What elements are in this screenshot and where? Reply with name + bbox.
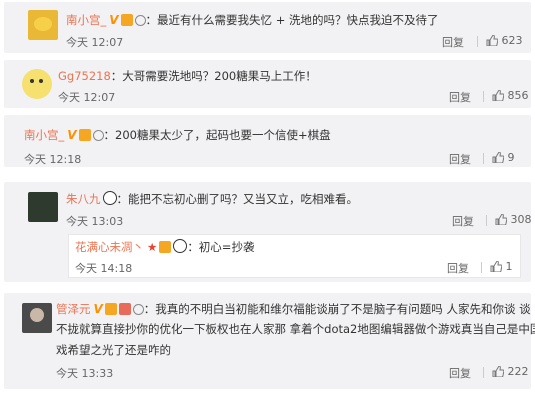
- medal-icon: [104, 303, 117, 315]
- medal-icon: [159, 241, 172, 253]
- gem-icon: [92, 130, 104, 141]
- reply-button[interactable]: 回复: [452, 213, 474, 229]
- like-count: 222: [507, 365, 529, 378]
- comment-card: 朱八九 ：能把不忘初心删了吗？又当又立，吃相难看。 今天 13:03 回复 308…: [4, 182, 532, 282]
- thumbs-up-icon: [492, 90, 504, 101]
- divider: [481, 261, 482, 273]
- comment-time: 今天 13:33: [56, 367, 114, 380]
- comment-text: ：大哥需要洗地吗？200糖果马上工作！: [110, 69, 317, 83]
- thumbs-up-icon: [490, 261, 502, 272]
- avatar[interactable]: [22, 69, 52, 99]
- comment-text-line: 不拢就算直接抄你的优化一下板权也在人家那 拿着个dota2地图编辑器做个游戏真当…: [56, 322, 535, 336]
- avatar[interactable]: [22, 303, 52, 333]
- thumbs-up-icon: [492, 152, 504, 163]
- like-count: 1: [505, 260, 513, 273]
- divider: [483, 152, 484, 164]
- gem-icon: [132, 304, 144, 315]
- star-icon: ★: [147, 240, 158, 254]
- panda-icon: [102, 191, 117, 205]
- comment-text: ：最近有什么需要我失忆 + 洗地的吗？快点我迫不及待了: [145, 13, 439, 27]
- medal-icon: [78, 129, 91, 141]
- avatar[interactable]: [28, 10, 58, 40]
- divider: [486, 214, 487, 226]
- panda-icon: [173, 239, 188, 253]
- sub-reply-username[interactable]: 花满心未凋丶: [75, 240, 144, 254]
- comment-time: 今天 12:18: [24, 153, 82, 166]
- sub-reply-card: 花满心未凋丶 ★ ：初心=抄袭 今天 14:18 回复 1: [68, 234, 521, 278]
- like-button[interactable]: 9: [475, 151, 515, 164]
- comment-username[interactable]: 朱八九: [66, 192, 101, 206]
- medal-icon: [120, 14, 133, 26]
- comment-username[interactable]: 南小宫_: [66, 13, 106, 27]
- vip-badge-icon: V: [67, 128, 77, 142]
- like-count: 856: [507, 89, 529, 102]
- sub-like-button[interactable]: 1: [473, 260, 513, 273]
- reply-button[interactable]: 回复: [449, 151, 471, 167]
- sub-reply-text: ：初心=抄袭: [187, 240, 255, 254]
- like-button[interactable]: 856: [475, 89, 529, 102]
- comment-time: 今天 12:07: [58, 91, 116, 104]
- thumbs-up-icon: [495, 214, 507, 225]
- reply-button[interactable]: 回复: [442, 34, 464, 50]
- sub-reply-time: 今天 14:18: [75, 262, 133, 275]
- thumbs-up-icon: [486, 35, 498, 46]
- vip-badge-icon: V: [93, 302, 103, 316]
- like-button[interactable]: 222: [475, 365, 529, 378]
- comment-card: 管泽元 V ：我真的不明白当初能和维尔福能谈崩了不是脑子有问题吗 人家先和你谈 谈 …: [4, 293, 535, 389]
- ribbon-icon: [118, 303, 131, 315]
- like-button[interactable]: 308: [478, 213, 532, 226]
- thumbs-up-icon: [492, 366, 504, 377]
- gem-icon: [134, 15, 146, 26]
- comment-text: ：200糖果太少了，起码也要一个信使+棋盘: [103, 128, 331, 142]
- comment-username[interactable]: 南小宫_: [24, 128, 64, 142]
- reply-button[interactable]: 回复: [449, 89, 471, 105]
- like-button[interactable]: 623: [469, 34, 523, 47]
- comment-username[interactable]: 管泽元: [56, 302, 91, 316]
- avatar[interactable]: [28, 192, 58, 222]
- comment-text: ：能把不忘初心删了吗？又当又立，吃相难看。: [116, 192, 359, 206]
- comment-feed: 南小宫_ V ：最近有什么需要我失忆 + 洗地的吗？快点我迫不及待了 今天 12:0…: [0, 0, 535, 393]
- comment-card: Gg75218：大哥需要洗地吗？200糖果马上工作！ 今天 12:07 回复 8…: [4, 60, 531, 108]
- comment-text-line: ：我真的不明白当初能和维尔福能谈崩了不是脑子有问题吗 人家先和你谈 谈: [143, 302, 531, 316]
- like-count: 308: [510, 213, 532, 226]
- divider: [483, 90, 484, 102]
- divider: [477, 35, 478, 47]
- sub-reply-button[interactable]: 回复: [447, 260, 469, 276]
- comment-time: 今天 13:03: [66, 215, 124, 228]
- comment-card: 南小宫_ V ：200糖果太少了，起码也要一个信使+棋盘 今天 12:18 回复 9: [4, 115, 531, 167]
- like-count: 9: [507, 151, 515, 164]
- reply-button[interactable]: 回复: [449, 365, 471, 381]
- comment-card: 南小宫_ V ：最近有什么需要我失忆 + 洗地的吗？快点我迫不及待了 今天 12:0…: [4, 2, 531, 53]
- divider: [483, 366, 484, 378]
- comment-time: 今天 12:07: [66, 36, 124, 49]
- comment-text-line: 戏希望之光了还是咋的: [56, 343, 171, 357]
- like-count: 623: [501, 34, 523, 47]
- vip-badge-icon: V: [109, 13, 119, 27]
- comment-username[interactable]: Gg75218: [58, 69, 111, 83]
